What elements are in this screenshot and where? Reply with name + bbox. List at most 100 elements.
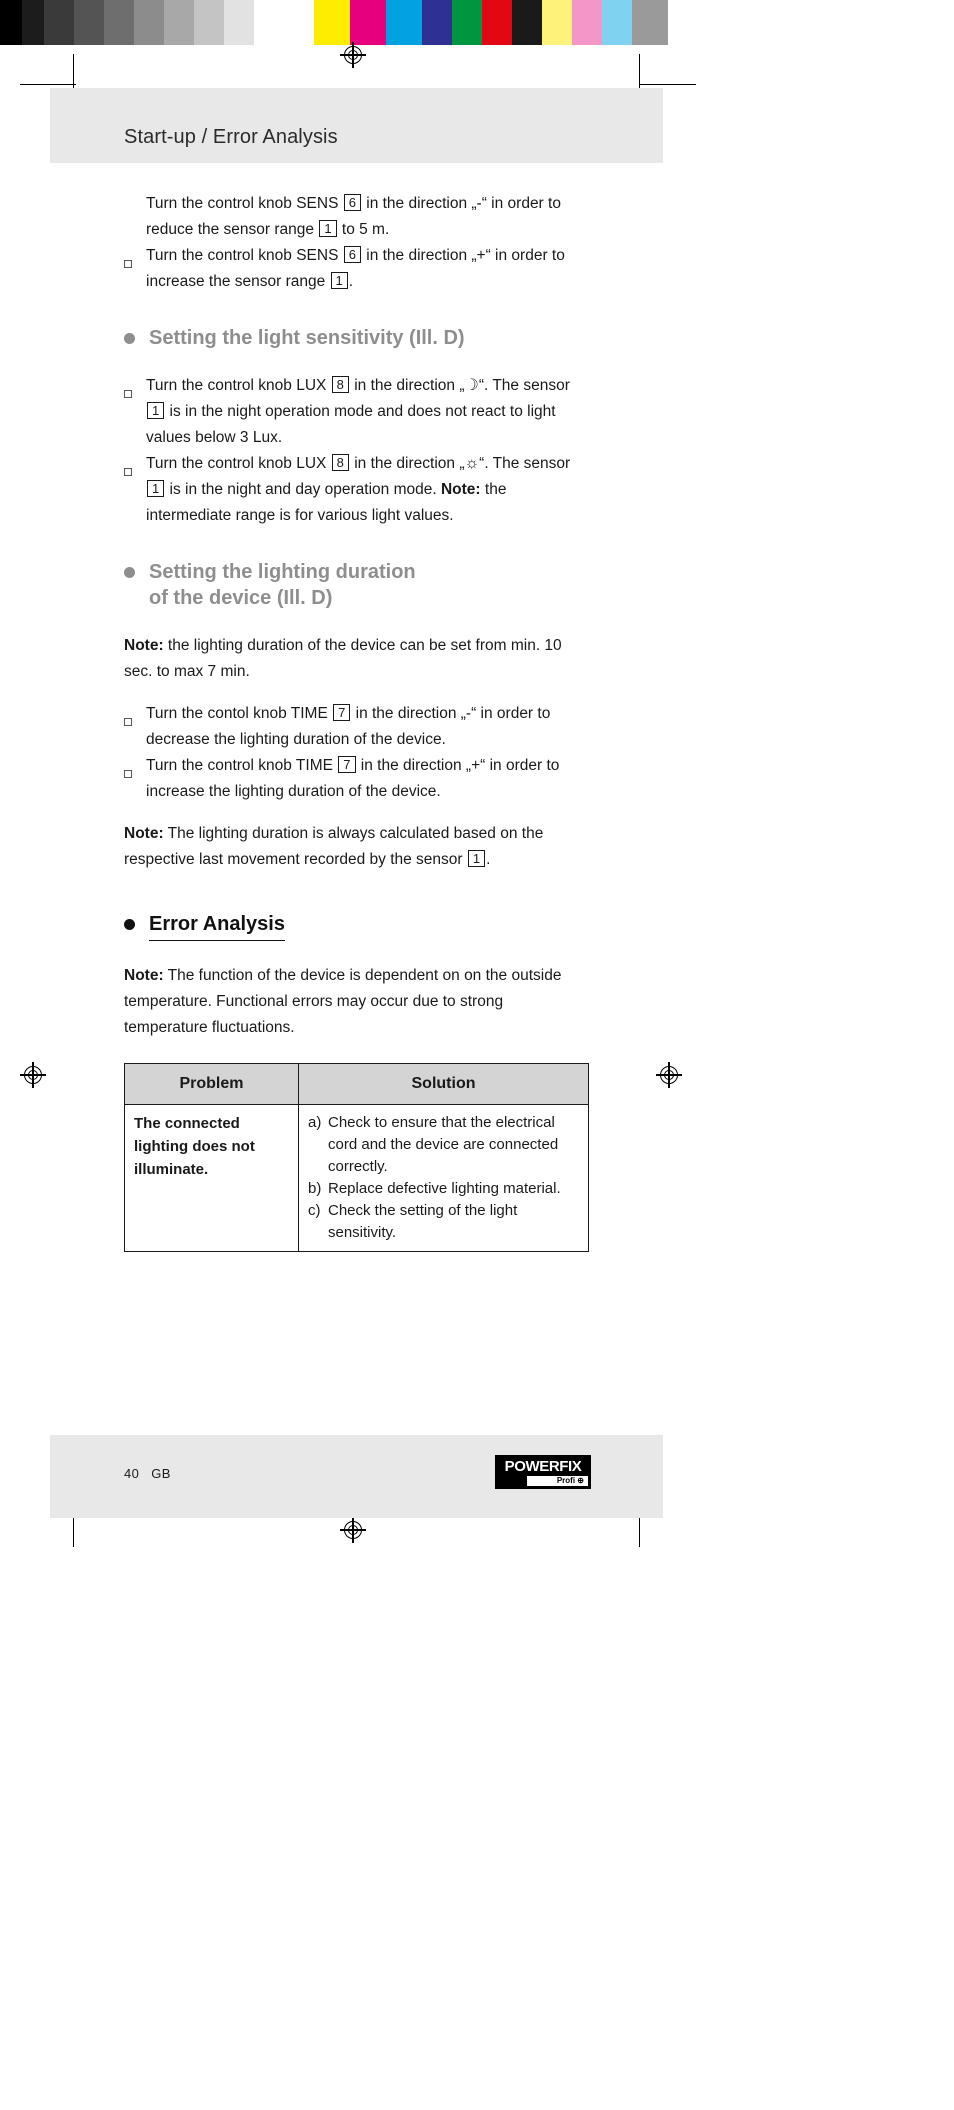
note-text: the lighting duration of the device can … [124, 637, 562, 680]
document-page: Start-up / Error Analysis Turn the contr… [50, 88, 663, 1518]
sun-icon: ☼ [464, 455, 480, 472]
colour-swatch [104, 0, 134, 45]
note-label: Note: [124, 637, 164, 654]
checkbox-square-icon [124, 451, 146, 485]
heading-line-2: of the device (Ill. D) [149, 587, 333, 609]
checkbox-square-icon [124, 701, 146, 735]
solution-item: c) Check the setting of the light sensiti… [308, 1200, 579, 1244]
page-header: Start-up / Error Analysis [50, 88, 663, 163]
list-item-text: Turn the control knob LUX 8 in the direc… [146, 376, 570, 446]
colour-swatch [572, 0, 602, 45]
intro-list: Turn the control knob SENS 6 in the dire… [124, 191, 589, 295]
solution-text: Check to ensure that the electrical cord… [328, 1114, 559, 1175]
moon-icon: ☽ [464, 377, 479, 394]
bullet-dot-icon [124, 333, 135, 344]
colour-swatch [452, 0, 482, 45]
reference-number: 1 [330, 272, 348, 289]
list-item: Turn the control knob TIME 7 in the dire… [124, 753, 589, 805]
reference-number: 1 [147, 480, 165, 497]
reference-number: 1 [147, 402, 165, 419]
logo-wordmark: POWERFIX [504, 1457, 582, 1475]
solution-item: b) Replace defective lighting material. [308, 1178, 579, 1200]
colour-swatch [224, 0, 254, 45]
colour-swatch [386, 0, 422, 45]
solution-text: Replace defective lighting material. [328, 1180, 561, 1197]
bullet-dot-icon [124, 919, 135, 930]
colour-swatch [422, 0, 452, 45]
table-row: The connected lighting does not illumina… [124, 1104, 589, 1252]
list-item: Turn the control knob SENS 6 in the dire… [124, 243, 589, 295]
registration-mark-left [20, 1062, 46, 1088]
column-header-solution: Solution [298, 1063, 589, 1105]
page-number: 40 GB [124, 1466, 171, 1481]
light-sensitivity-list: Turn the control knob LUX 8 in the direc… [124, 373, 589, 529]
note-text: The function of the device is dependent … [124, 967, 562, 1036]
colour-swatch [254, 0, 284, 45]
colour-swatch [350, 0, 386, 45]
list-item: Turn the control knob SENS 6 in the dire… [124, 191, 589, 243]
crop-mark-top-right-h [640, 84, 696, 86]
page-footer: 40 GB POWERFIX Profi ⊕ [50, 1435, 663, 1518]
checkbox-square-icon [124, 191, 146, 199]
note-text: The lighting duration is always calculat… [124, 825, 544, 868]
colour-swatch [164, 0, 194, 45]
crop-mark-top-left-h [20, 84, 76, 86]
colour-swatch [0, 0, 22, 45]
checkbox-square-icon [124, 373, 146, 407]
solution-label: c) [308, 1202, 321, 1219]
logo-subtitle-text: Profi [556, 1475, 576, 1485]
page-number-value: 40 [124, 1466, 140, 1481]
section-heading-text: Setting the light sensitivity (Ill. D) [149, 327, 465, 349]
checkbox-square-icon [124, 243, 146, 277]
colour-swatch [602, 0, 632, 45]
list-item-text: Turn the control knob SENS 6 in the dire… [146, 246, 565, 290]
reference-number: 8 [331, 376, 349, 393]
colour-swatch [134, 0, 164, 45]
colour-swatch [22, 0, 44, 45]
reference-number: 6 [343, 246, 361, 263]
section-heading-lighting-duration: Setting the lighting duration of the dev… [124, 559, 589, 611]
reference-number: 7 [333, 704, 351, 721]
list-item-text: Turn the control knob LUX 8 in the direc… [146, 454, 571, 524]
lighting-duration-note-bottom: Note: The lighting duration is always ca… [124, 821, 589, 873]
colour-swatch [632, 0, 668, 45]
printer-colour-bar [0, 0, 954, 45]
colour-swatch [194, 0, 224, 45]
list-item: Turn the contol knob TIME 7 in the direc… [124, 701, 589, 753]
registration-mark-top [340, 42, 366, 68]
page-title: Start-up / Error Analysis [124, 126, 338, 148]
error-analysis-table: Problem Solution The connected lighting … [124, 1063, 589, 1252]
section-heading-text: Setting the lighting duration of the dev… [149, 559, 416, 611]
reference-number: 1 [319, 220, 337, 237]
solution-label: b) [308, 1180, 322, 1197]
solution-label: a) [308, 1114, 322, 1131]
cell-solution: a) Check to ensure that the electrical co… [298, 1104, 589, 1252]
note-label: Note: [124, 967, 164, 984]
colour-swatch [542, 0, 572, 45]
colour-swatch [314, 0, 350, 45]
column-header-problem: Problem [124, 1063, 299, 1105]
colour-swatch [74, 0, 104, 45]
solution-item: a) Check to ensure that the electrical co… [308, 1112, 579, 1178]
note-label: Note: [440, 481, 481, 498]
reference-number: 7 [338, 756, 356, 773]
solution-text: Check the setting of the light sensitivi… [328, 1202, 518, 1241]
lighting-duration-note-top: Note: the lighting duration of the devic… [124, 633, 589, 685]
colour-swatch [482, 0, 512, 45]
page-body: Turn the control knob SENS 6 in the dire… [50, 163, 663, 1252]
list-item-text: Turn the control knob SENS 6 in the dire… [146, 194, 561, 238]
reference-number: 8 [331, 454, 349, 471]
colour-swatch [44, 0, 74, 45]
note-label: Note: [124, 825, 164, 842]
section-heading-light-sensitivity: Setting the light sensitivity (Ill. D) [124, 325, 589, 351]
list-item: Turn the control knob LUX 8 in the direc… [124, 373, 589, 451]
reference-number: 1 [467, 850, 486, 867]
colour-swatch [284, 0, 314, 45]
checkbox-square-icon [124, 753, 146, 787]
table-header-row: Problem Solution [124, 1063, 589, 1105]
powerfix-logo: POWERFIX Profi ⊕ [495, 1455, 591, 1489]
list-item-text: Turn the contol knob TIME 7 in the direc… [146, 704, 551, 748]
colour-swatch [512, 0, 542, 45]
reference-number: 6 [343, 194, 361, 211]
registration-mark-bottom [340, 1517, 366, 1543]
